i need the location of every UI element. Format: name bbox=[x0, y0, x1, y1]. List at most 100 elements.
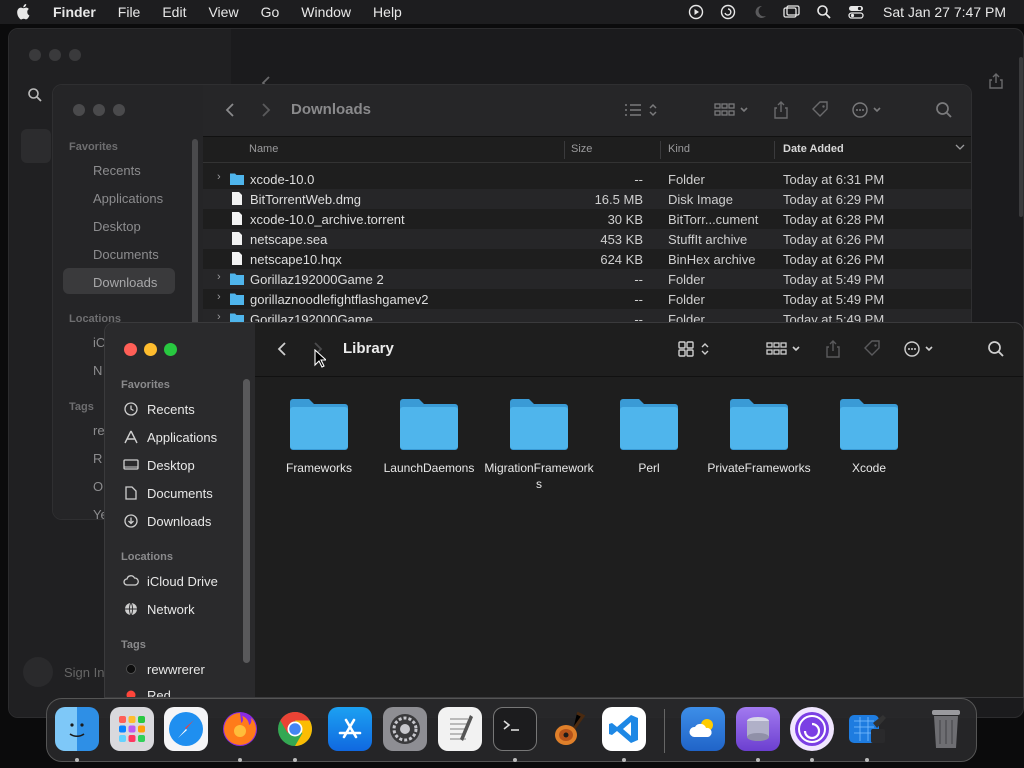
control-center-icon[interactable] bbox=[847, 4, 865, 20]
sidebar-item-downloads[interactable]: Downloads bbox=[123, 511, 211, 531]
table-row[interactable]: xcode-10.0_archive.torrent 30 KB BitTorr… bbox=[203, 209, 971, 229]
xcode-installer-icon[interactable] bbox=[845, 707, 889, 751]
background-zoom-button[interactable] bbox=[69, 49, 81, 61]
group-view-icon[interactable] bbox=[765, 340, 803, 358]
downloads-zoom-button[interactable] bbox=[113, 104, 125, 116]
moon-icon[interactable] bbox=[751, 4, 769, 20]
terminal-icon[interactable] bbox=[493, 707, 537, 751]
menu-clock[interactable]: Sat Jan 27 7:47 PM bbox=[883, 4, 1006, 20]
bittorrent-icon[interactable] bbox=[790, 707, 834, 751]
menu-file[interactable]: File bbox=[118, 4, 141, 20]
close-button[interactable] bbox=[124, 343, 137, 356]
safari-icon[interactable] bbox=[164, 707, 208, 751]
sidebar-item-documents[interactable]: Documents bbox=[123, 483, 213, 503]
sidebar-tag-partial[interactable]: re bbox=[93, 423, 105, 438]
tag-icon[interactable] bbox=[811, 101, 829, 119]
sign-in-label[interactable]: Sign In bbox=[64, 665, 104, 680]
background-minimize-button[interactable] bbox=[49, 49, 61, 61]
menu-view[interactable]: View bbox=[208, 4, 238, 20]
tag-icon[interactable] bbox=[863, 340, 881, 358]
menu-go[interactable]: Go bbox=[261, 4, 280, 20]
icon-view-icon[interactable] bbox=[677, 340, 713, 358]
table-row[interactable]: › gorillaznoodlefightflashgamev2 -- Fold… bbox=[203, 289, 971, 309]
downloads-minimize-button[interactable] bbox=[93, 104, 105, 116]
folder-item[interactable]: Perl bbox=[594, 398, 704, 476]
downloads-close-button[interactable] bbox=[73, 104, 85, 116]
window-stack-icon[interactable] bbox=[783, 4, 801, 20]
table-row[interactable]: BitTorrentWeb.dmg 16.5 MB Disk Image Tod… bbox=[203, 189, 971, 209]
disclosure-triangle-icon[interactable]: › bbox=[217, 271, 221, 283]
back-chevron-icon[interactable] bbox=[225, 102, 235, 118]
zoom-button[interactable] bbox=[164, 343, 177, 356]
sidebar-item-icloud-drive[interactable]: iCloud Drive bbox=[123, 571, 218, 591]
column-divider[interactable] bbox=[660, 141, 661, 159]
share-icon[interactable] bbox=[773, 101, 789, 119]
column-date-added[interactable]: Date Added bbox=[783, 143, 844, 155]
sidebar-tag-partial[interactable]: R bbox=[93, 451, 102, 466]
menu-app-name[interactable]: Finder bbox=[53, 4, 96, 20]
folder-item[interactable]: Xcode bbox=[814, 398, 924, 476]
menu-help[interactable]: Help bbox=[373, 4, 402, 20]
sidebar-item-applications[interactable]: Applications bbox=[93, 191, 163, 206]
sidebar-item-recents[interactable]: Recents bbox=[123, 399, 195, 419]
table-row[interactable]: netscape.sea 453 KB StuffIt archive Toda… bbox=[203, 229, 971, 249]
more-actions-icon[interactable] bbox=[903, 340, 939, 358]
vscode-icon[interactable] bbox=[602, 707, 646, 751]
menu-edit[interactable]: Edit bbox=[162, 4, 186, 20]
sidebar-item-network[interactable]: Network bbox=[123, 599, 195, 619]
folder-item[interactable]: Frameworks bbox=[264, 398, 374, 476]
column-kind[interactable]: Kind bbox=[668, 143, 690, 155]
firefox-icon[interactable] bbox=[218, 707, 262, 751]
sidebar-item-recents[interactable]: Recents bbox=[93, 163, 141, 178]
sidebar-tag-red[interactable]: Red bbox=[123, 685, 171, 697]
column-divider[interactable] bbox=[774, 141, 775, 159]
background-close-button[interactable] bbox=[29, 49, 41, 61]
play-circle-icon[interactable] bbox=[687, 4, 705, 20]
sidebar-item-desktop[interactable]: Desktop bbox=[93, 219, 141, 234]
bittorrent-status-icon[interactable] bbox=[719, 4, 737, 20]
sidebar-item-network-partial[interactable]: N bbox=[93, 363, 102, 378]
chrome-icon[interactable] bbox=[273, 707, 317, 751]
search-icon[interactable] bbox=[27, 87, 43, 108]
menu-window[interactable]: Window bbox=[301, 4, 351, 20]
sidebar-tag-partial[interactable]: O bbox=[93, 479, 103, 494]
weather-icon[interactable] bbox=[681, 707, 725, 751]
back-chevron-icon[interactable] bbox=[277, 341, 287, 357]
share-icon[interactable] bbox=[825, 340, 841, 358]
spotlight-search-icon[interactable] bbox=[815, 4, 833, 20]
column-divider[interactable] bbox=[564, 141, 565, 159]
folder-item[interactable]: MigrationFrameworks bbox=[484, 398, 594, 492]
launchpad-icon[interactable] bbox=[110, 707, 154, 751]
app-store-icon[interactable] bbox=[328, 707, 372, 751]
minimize-button[interactable] bbox=[144, 343, 157, 356]
folder-item[interactable]: PrivateFrameworks bbox=[704, 398, 814, 476]
table-row[interactable]: › xcode-10.0 -- Folder Today at 6:31 PM bbox=[203, 169, 971, 189]
scrollbar[interactable] bbox=[1019, 57, 1023, 217]
disk-utility-icon[interactable] bbox=[736, 707, 780, 751]
system-settings-icon[interactable] bbox=[383, 707, 427, 751]
group-view-icon[interactable] bbox=[713, 101, 751, 119]
list-view-icon[interactable] bbox=[623, 101, 659, 119]
sidebar-item-applications[interactable]: Applications bbox=[123, 427, 217, 447]
sort-chevron-icon[interactable] bbox=[955, 142, 965, 155]
apple-menu-icon[interactable] bbox=[17, 4, 37, 20]
sidebar-item-desktop[interactable]: Desktop bbox=[123, 455, 195, 475]
folder-item[interactable]: LaunchDaemons bbox=[374, 398, 484, 476]
search-icon[interactable] bbox=[987, 340, 1005, 358]
table-row[interactable]: netscape10.hqx 624 KB BinHex archive Tod… bbox=[203, 249, 971, 269]
column-size[interactable]: Size bbox=[571, 143, 592, 155]
more-actions-icon[interactable] bbox=[851, 101, 887, 119]
column-name[interactable]: Name bbox=[249, 143, 278, 155]
finder-icon[interactable] bbox=[55, 707, 99, 751]
search-icon[interactable] bbox=[935, 101, 953, 119]
sidebar-scrollbar[interactable] bbox=[243, 379, 250, 663]
trash-icon[interactable] bbox=[924, 707, 968, 751]
sidebar-item-downloads[interactable]: Downloads bbox=[93, 275, 157, 290]
table-row[interactable]: › Gorillaz192000Game 2 -- Folder Today a… bbox=[203, 269, 971, 289]
sidebar-item-documents[interactable]: Documents bbox=[93, 247, 159, 262]
sidebar-tag-rewwrerer[interactable]: rewwrerer bbox=[123, 659, 205, 679]
textedit-icon[interactable] bbox=[438, 707, 482, 751]
disclosure-triangle-icon[interactable]: › bbox=[217, 291, 221, 303]
garageband-icon[interactable] bbox=[547, 707, 591, 751]
share-icon[interactable] bbox=[989, 73, 1003, 94]
